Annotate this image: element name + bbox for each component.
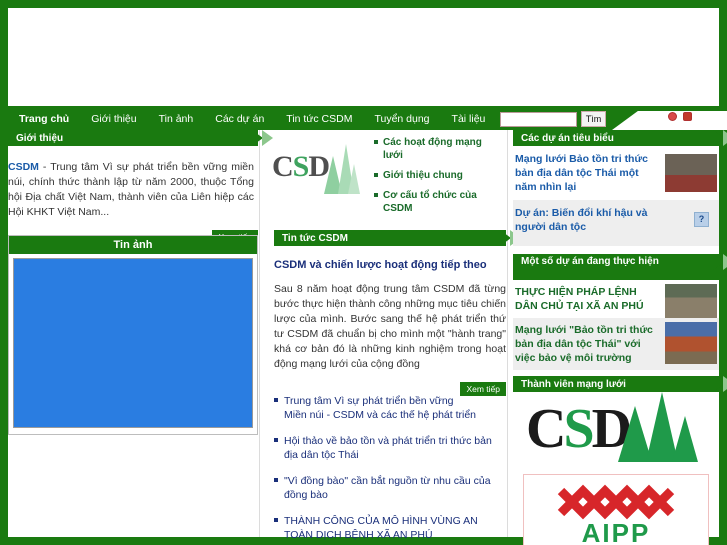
news-list-item-1[interactable]: Trung tâm Vì sự phát triển bền vững Miền… bbox=[274, 394, 506, 422]
quicklink-about[interactable]: Giới thiệu chung bbox=[374, 169, 502, 182]
news-list-item-3[interactable]: "Vì đồng bào" cần bắt nguồn từ nhu cầu c… bbox=[274, 474, 506, 502]
featured-project-item-1[interactable]: Mạng lưới Bảo tồn tri thức bản địa dân t… bbox=[513, 146, 719, 200]
ongoing-project-title-1[interactable]: THỰC HIỆN PHÁP LỆNH DÂN CHỦ TẠI XÃ AN PH… bbox=[515, 285, 661, 313]
search-input[interactable] bbox=[500, 111, 577, 127]
csdm-logo-large[interactable]: CSD bbox=[518, 392, 714, 470]
quicklink-activities[interactable]: Các hoạt động mạng lưới bbox=[374, 136, 502, 162]
intro-body: - Trung tâm Vì sự phát triển bền vững mi… bbox=[8, 161, 254, 218]
nav-item-trang-chu[interactable]: Trang chủ bbox=[8, 108, 80, 130]
intro-lead: CSDM bbox=[8, 161, 39, 173]
chevron-double-right-icon bbox=[713, 376, 727, 392]
section-header-du-an-dang-thuc-hien: Một số dự án đang thực hiện bbox=[513, 254, 727, 280]
nav-item-tuyen-dung[interactable]: Tuyển dụng bbox=[363, 108, 440, 130]
section-title-thanh-vien: Thành viên mạng lưới bbox=[521, 378, 626, 390]
section-title-gioi-thieu: Giới thiệu bbox=[16, 132, 64, 144]
language-switcher bbox=[668, 112, 692, 121]
main-navigation: Trang chủ Giới thiệu Tin ảnh Các dự án T… bbox=[0, 108, 727, 130]
ongoing-project-item-1[interactable]: THỰC HIỆN PHÁP LỆNH DÂN CHỦ TẠI XÃ AN PH… bbox=[513, 280, 719, 318]
featured-project-thumb-1[interactable] bbox=[665, 154, 717, 192]
featured-news-title[interactable]: CSDM và chiến lược hoạt động tiếp theo bbox=[274, 258, 506, 272]
section-title-tin-tuc: Tin tức CSDM bbox=[282, 232, 348, 244]
section-header-gioi-thieu: Giới thiệu bbox=[8, 130, 273, 146]
column-right: Các dự án tiêu biểu Mạng lưới Bảo tồn tr… bbox=[513, 130, 727, 545]
divider-left bbox=[259, 130, 260, 537]
flag-icon-vi[interactable] bbox=[668, 112, 677, 121]
featured-project-item-2[interactable]: Dự án: Biến đổi khí hậu và người dân tộc… bbox=[513, 200, 719, 246]
mountain-peak-icon-3 bbox=[672, 416, 698, 462]
section-header-thanh-vien: Thành viên mạng lưới bbox=[513, 376, 727, 392]
flag-icon-en[interactable] bbox=[683, 112, 692, 121]
aipp-logo-text: AIPP bbox=[581, 518, 651, 545]
column-left: Giới thiệu CSDM - Trung tâm Vì sự phát t… bbox=[8, 130, 273, 435]
featured-project-title-1[interactable]: Mạng lưới Bảo tồn tri thức bản địa dân t… bbox=[515, 152, 661, 194]
photo-news-box: Tin ảnh bbox=[8, 235, 258, 435]
featured-news-body: Sau 8 năm hoạt động trung tâm CSDM đã từ… bbox=[274, 283, 506, 370]
search-area: Tìm bbox=[500, 111, 606, 127]
photo-news-title: Tin ảnh bbox=[9, 236, 257, 254]
csdm-logo-small-text: CSD bbox=[272, 150, 330, 183]
news-list-item-2[interactable]: Hội thảo về bảo tồn và phát triển tri th… bbox=[274, 434, 506, 462]
brand-and-quicklinks: CSD Các hoạt động mạng lưới Giới thiệu c… bbox=[266, 130, 506, 214]
section-header-tin-tuc: Tin tức CSDM bbox=[274, 230, 521, 246]
featured-project-title-2[interactable]: Dự án: Biến đổi khí hậu và người dân tộc bbox=[515, 206, 661, 234]
ongoing-project-title-2[interactable]: Mạng lưới "Bảo tồn tri thức bản địa dân … bbox=[515, 323, 661, 365]
ongoing-project-thumb-1[interactable] bbox=[665, 284, 717, 318]
search-button[interactable]: Tìm bbox=[581, 111, 606, 127]
chevron-double-right-icon bbox=[713, 130, 727, 146]
quicklinks-list: Các hoạt động mạng lưới Giới thiệu chung… bbox=[374, 136, 502, 222]
photo-news-stage[interactable] bbox=[13, 258, 253, 428]
nav-item-tin-anh[interactable]: Tin ảnh bbox=[148, 108, 205, 130]
mountain-peak-icon-3 bbox=[348, 164, 360, 194]
page-root: Trang chủ Giới thiệu Tin ảnh Các dự án T… bbox=[0, 0, 727, 545]
site-banner bbox=[8, 8, 719, 106]
csdm-logo-small: CSD bbox=[272, 140, 360, 198]
chevron-double-right-icon bbox=[713, 254, 727, 270]
nav-item-tin-tuc-csdm[interactable]: Tin tức CSDM bbox=[275, 108, 363, 130]
section-title-du-an-dang-thuc-hien: Một số dự án đang thực hiện bbox=[521, 256, 659, 267]
nav-item-gioi-thieu[interactable]: Giới thiệu bbox=[80, 108, 147, 130]
divider-right bbox=[507, 130, 508, 537]
nav-items: Trang chủ Giới thiệu Tin ảnh Các dự án T… bbox=[8, 108, 553, 130]
ongoing-project-thumb-2[interactable] bbox=[665, 322, 717, 364]
intro-paragraph: CSDM - Trung tâm Vì sự phát triển bền vữ… bbox=[8, 160, 258, 220]
nav-item-cac-du-an[interactable]: Các dự án bbox=[204, 108, 275, 130]
aipp-logo[interactable]: AIPP bbox=[523, 474, 709, 545]
nav-underline bbox=[612, 108, 727, 111]
ongoing-project-item-2[interactable]: Mạng lưới "Bảo tồn tri thức bản địa dân … bbox=[513, 318, 719, 370]
section-title-du-an-tieu-bieu: Các dự án tiêu biểu bbox=[521, 132, 614, 144]
quicklink-structure[interactable]: Cơ cấu tổ chức của CSDM bbox=[374, 189, 502, 215]
csdm-logo-large-text: CSD bbox=[526, 398, 632, 460]
news-list-item-4[interactable]: THÀNH CÔNG CỦA MÔ HÌNH VÙNG AN TOÀN DỊCH… bbox=[274, 514, 506, 542]
broken-image-icon: ? bbox=[694, 212, 709, 227]
nav-item-tai-lieu[interactable]: Tài liệu bbox=[441, 108, 497, 130]
news-list: Trung tâm Vì sự phát triển bền vững Miền… bbox=[274, 394, 506, 542]
content-area: Giới thiệu CSDM - Trung tâm Vì sự phát t… bbox=[8, 130, 727, 545]
members-section: Thành viên mạng lưới CSD AIPP bbox=[513, 376, 727, 545]
section-header-du-an-tieu-bieu: Các dự án tiêu biểu bbox=[513, 130, 727, 146]
